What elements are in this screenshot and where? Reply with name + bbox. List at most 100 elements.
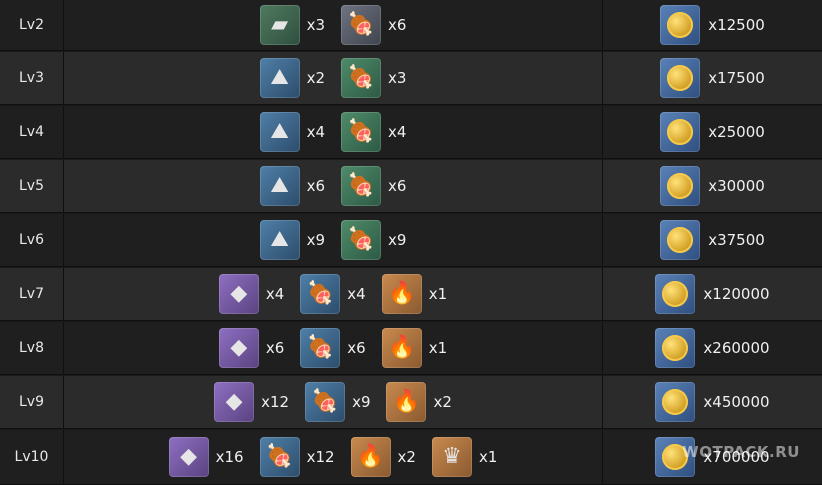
meat-icon: 🍖 [341, 58, 381, 98]
fire-crystal-icon: 🔥 [386, 382, 427, 422]
steel-icon: ⛰ [259, 220, 300, 260]
steel-icon: ⛰ [259, 58, 300, 98]
fire-crystal-icon: 🔥 [381, 274, 422, 314]
cost-cell: x450000 [603, 376, 822, 428]
gold-quantity: x17500 [708, 69, 765, 87]
dragon-meat-icon: 🍖 [305, 382, 346, 422]
gold-quantity: x25000 [708, 123, 765, 141]
materials-cell: ◆ x6 🍖 x6 🔥 x1 [64, 322, 603, 374]
material-quantity: x9 [352, 393, 371, 411]
table-row: Lv3 ⛰ x2 🍖 x3 x17500 [0, 52, 822, 105]
gold-coin-icon [655, 274, 696, 314]
steel-icon: ⛰ [259, 166, 300, 206]
gold-quantity: x260000 [703, 339, 770, 357]
fire-crystal-icon: 🔥 [350, 437, 391, 477]
iron-chunk-icon: ▰ [259, 5, 300, 45]
material-quantity: x6 [388, 16, 407, 34]
cost-cell: x37500 [603, 214, 822, 266]
level-cell: Lv4 [0, 106, 64, 158]
gold-coin-icon [655, 328, 696, 368]
gold-ore-icon: ◆ [218, 274, 259, 314]
meat-icon: 🍖 [341, 5, 381, 45]
materials-cell: ⛰ x2 🍖 x3 [64, 52, 603, 104]
cost-cell: x12500 [603, 0, 822, 50]
material-item: ◆ x4 [218, 274, 285, 314]
material-item: ◆ x16 [168, 437, 244, 477]
gold-quantity: x12500 [708, 16, 765, 34]
material-quantity: x1 [428, 285, 448, 303]
material-quantity: x16 [215, 448, 244, 466]
material-item: 🔥 x2 [350, 437, 416, 477]
material-quantity: x6 [306, 177, 325, 195]
gold-coin-icon [660, 112, 701, 152]
material-item: ▰ x3 [259, 5, 325, 45]
gold-quantity: x450000 [703, 393, 770, 411]
materials-cell: ⛰ x4 🍖 x4 [64, 106, 603, 158]
table-row: Lv4 ⛰ x4 🍖 x4 x25000 [0, 106, 822, 159]
materials-cell: ◆ x12 🍖 x9 🔥 x2 [64, 376, 603, 428]
level-cell: Lv5 [0, 160, 64, 212]
dragon-meat-icon: 🍖 [300, 274, 341, 314]
table-row: Lv7 ◆ x4 🍖 x4 🔥 x1 x120000 [0, 268, 822, 321]
material-quantity: x3 [388, 69, 407, 87]
material-item: 🍖 x9 [305, 382, 370, 422]
fire-crystal-icon: 🔥 [381, 328, 422, 368]
material-quantity: x2 [433, 393, 452, 411]
material-quantity: x4 [306, 123, 325, 141]
material-item: ⛰ x9 [259, 220, 325, 260]
material-quantity: x4 [265, 285, 285, 303]
material-quantity: x9 [306, 231, 325, 249]
material-quantity: x9 [388, 231, 407, 249]
steel-icon: ⛰ [259, 112, 300, 152]
cost-cell: x25000 [603, 106, 822, 158]
level-cell: Lv2 [0, 0, 64, 50]
table-row: Lv8 ◆ x6 🍖 x6 🔥 x1 x260000 [0, 322, 822, 375]
material-quantity: x6 [265, 339, 285, 357]
level-cell: Lv6 [0, 214, 64, 266]
gold-coin-icon [660, 166, 701, 206]
material-item: ◆ x12 [214, 382, 289, 422]
gold-coin-icon [660, 220, 701, 260]
watermark: WOTPACK.RU [682, 443, 800, 461]
gold-coin-icon [655, 382, 696, 422]
materials-cell: ⛰ x9 🍖 x9 [64, 214, 603, 266]
material-item: ◆ x6 [218, 328, 285, 368]
crown-icon: ♛ [431, 437, 472, 477]
materials-cell: ◆ x4 🍖 x4 🔥 x1 [64, 268, 603, 320]
table-row: Lv2 ▰ x3 🍖 x6 x12500 [0, 0, 822, 51]
table-row: Lv5 ⛰ x6 🍖 x6 x30000 [0, 160, 822, 213]
gold-coin-icon [660, 58, 701, 98]
material-quantity: x4 [388, 123, 407, 141]
material-item: 🍖 x6 [341, 166, 406, 206]
material-quantity: x2 [306, 69, 325, 87]
table-row: Lv9 ◆ x12 🍖 x9 🔥 x2 x450000 [0, 376, 822, 429]
gold-coin-icon [660, 5, 701, 45]
material-item: 🍖 x12 [259, 437, 335, 477]
cost-cell: x30000 [603, 160, 822, 212]
meat-icon: 🍖 [341, 112, 381, 152]
material-item: 🔥 x2 [386, 382, 452, 422]
material-item: 🍖 x9 [341, 220, 406, 260]
material-quantity: x1 [478, 448, 498, 466]
gold-ore-icon: ◆ [168, 437, 209, 477]
level-cell: Lv9 [0, 376, 64, 428]
meat-icon: 🍖 [341, 220, 381, 260]
material-item: 🍖 x4 [300, 274, 366, 314]
material-item: 🍖 x4 [341, 112, 406, 152]
materials-cell: ▰ x3 🍖 x6 [64, 0, 603, 50]
gold-ore-icon: ◆ [214, 382, 255, 422]
cost-cell: x260000 [603, 322, 822, 374]
material-quantity: x1 [428, 339, 448, 357]
material-item: ⛰ x4 [259, 112, 325, 152]
cost-cell: x120000 [603, 268, 822, 320]
material-quantity: x6 [388, 177, 407, 195]
material-item: 🍖 x6 [300, 328, 366, 368]
upgrade-cost-table: Lv2 ▰ x3 🍖 x6 x12500 Lv3 ⛰ x2 🍖 x3 x17500 Lv4 ⛰ x4 🍖 x4 x… [0, 0, 822, 485]
material-quantity: x3 [306, 16, 325, 34]
material-item: 🔥 x1 [381, 328, 448, 368]
gold-quantity: x120000 [703, 285, 770, 303]
dragon-meat-icon: 🍖 [259, 437, 300, 477]
gold-quantity: x37500 [708, 231, 765, 249]
level-cell: Lv3 [0, 52, 64, 104]
material-item: ⛰ x2 [259, 58, 325, 98]
